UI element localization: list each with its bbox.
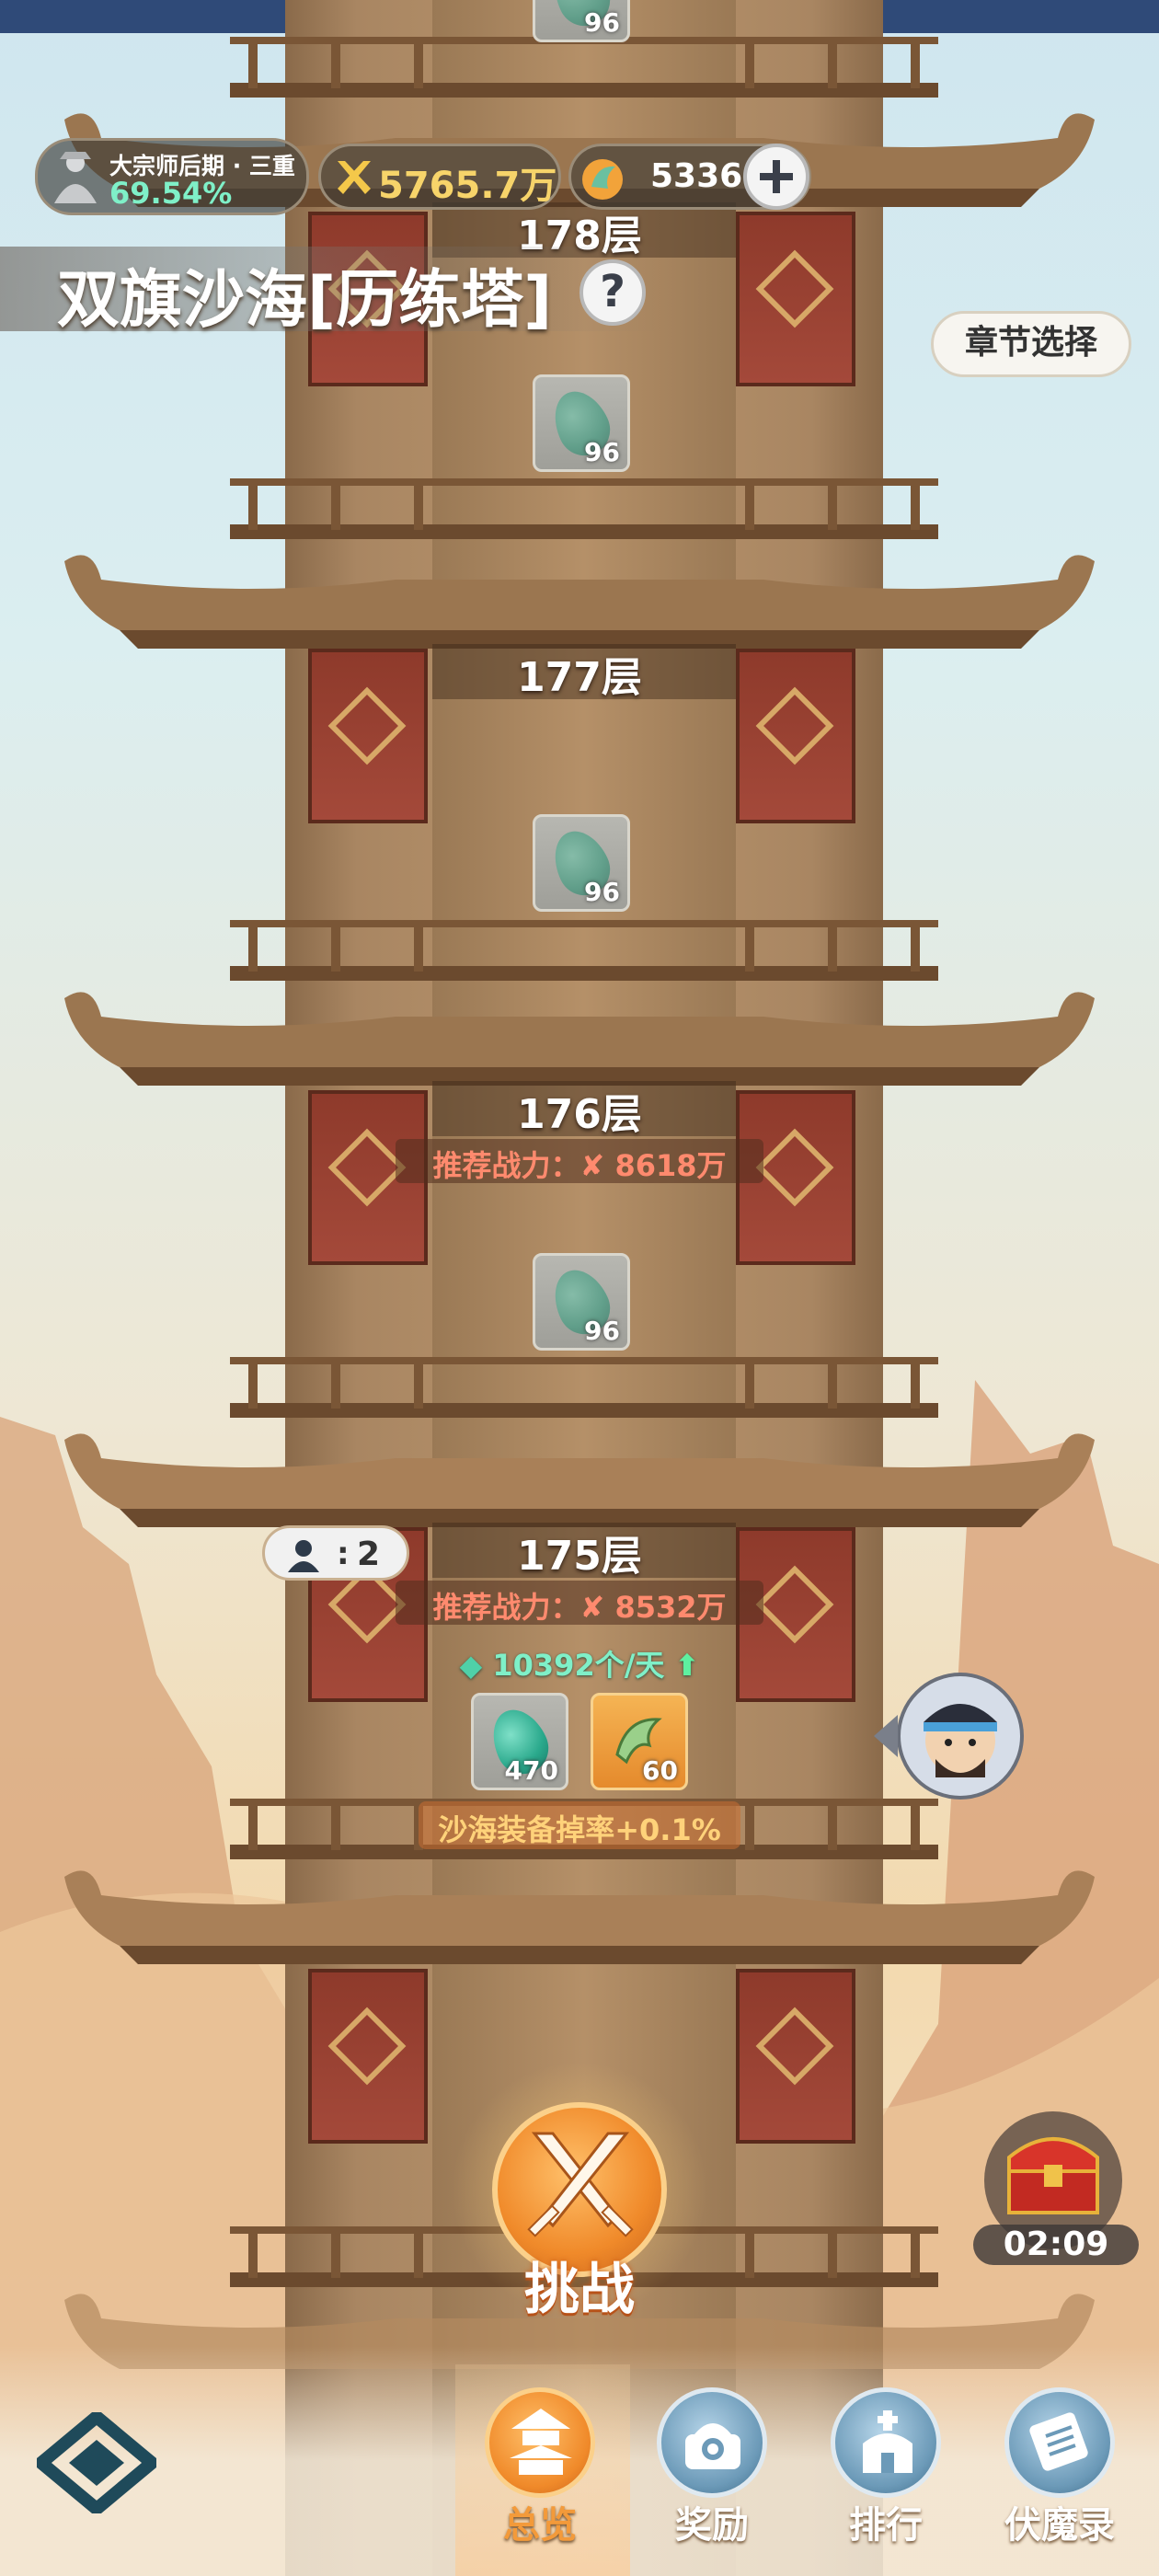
reward-item-jade[interactable]: 470 [471, 1693, 568, 1790]
nav-demon-record[interactable]: 伏魔录 [977, 2495, 1142, 2548]
plus-icon [760, 160, 793, 193]
chest-timer: 02:09 [973, 2225, 1139, 2265]
nav-demon-record-icon[interactable] [1004, 2387, 1115, 2498]
hero-portrait-icon [924, 1704, 997, 1777]
nav-rewards[interactable]: 奖励 [629, 2495, 795, 2548]
reward-item-equipment[interactable]: 60 [591, 1693, 688, 1790]
recommended-label: 推荐战力： [432, 1148, 580, 1183]
floor-reward-item[interactable]: 96 [533, 1253, 630, 1351]
recommended-label: 推荐战力： [432, 1590, 580, 1625]
menu-grid-icon[interactable] [37, 2412, 156, 2513]
item-count: 470 [504, 1755, 558, 1786]
add-currency-button[interactable] [743, 144, 809, 210]
game-scene: 96 178层 96 177层 96 176层 推荐战力：✘ 8618万 96 … [0, 0, 1159, 2576]
drop-rate-bonus: 沙海装备掉率+0.1% [438, 1812, 721, 1847]
hero-avatar[interactable] [897, 1673, 1024, 1800]
combat-power-value: 5765.7万 [378, 165, 557, 207]
currency-value: 5336 [650, 157, 743, 195]
nav-ranking-icon[interactable] [831, 2387, 941, 2498]
item-count: 96 [584, 437, 620, 467]
arrow-up-icon: ⬆ [664, 1648, 700, 1683]
ranking-tower-icon [863, 2410, 912, 2473]
banner [308, 1969, 428, 2144]
item-count: 60 [642, 1755, 678, 1786]
balcony-rail [230, 1357, 938, 1418]
floor-reward-item[interactable]: 96 [533, 0, 630, 42]
recommended-value: 8618万 [614, 1148, 727, 1183]
nav-rewards-icon[interactable] [657, 2387, 767, 2498]
recommended-value: 8532万 [614, 1590, 727, 1625]
power-icon: ✘ [580, 1590, 615, 1625]
floor-label: 176层 [517, 1091, 642, 1138]
nav-overview-icon[interactable] [485, 2387, 595, 2498]
crossed-swords-icon [527, 2132, 634, 2237]
balcony-rail [230, 478, 938, 539]
player-realm-panel[interactable]: 大宗师后期 · 三重 69.54% [35, 138, 309, 215]
scroll-icon [1029, 2412, 1088, 2471]
jade-icon: ◆ [459, 1648, 493, 1683]
gift-icon [685, 2423, 740, 2469]
power-icon: ✘ [580, 1148, 615, 1183]
floor-reward-item[interactable]: 96 [533, 374, 630, 472]
item-count: 96 [584, 1316, 620, 1346]
nav-ranking[interactable]: 排行 [803, 2495, 969, 2548]
item-count: 96 [584, 877, 620, 907]
pagoda-icon [510, 2409, 572, 2475]
item-count: 96 [584, 7, 620, 38]
floor-reward-item[interactable]: 96 [533, 814, 630, 912]
currency-coin-icon [582, 159, 623, 200]
pagoda-roof [64, 1433, 1095, 1527]
recommended-power: 推荐战力：✘ 8618万 [0, 1143, 1159, 1185]
help-button[interactable]: ? [580, 259, 646, 326]
treasure-chest-icon[interactable] [998, 2121, 1108, 2222]
rate-value: 10392个/天 [492, 1648, 665, 1683]
cultivator-icon [54, 152, 97, 203]
floor-label: 175层 [517, 1533, 642, 1580]
realm-progress: 69.54% [109, 176, 233, 211]
page-title: 双旗沙海[历练塔] [57, 264, 553, 337]
nav-overview[interactable]: 总览 [457, 2495, 623, 2548]
floor-label: 177层 [517, 654, 642, 701]
combat-power-panel: 5765.7万 [318, 144, 561, 210]
pagoda-roof [64, 1870, 1095, 1964]
pagoda-roof [64, 992, 1095, 1086]
balcony-rail [230, 920, 938, 981]
pagoda-roof [64, 555, 1095, 649]
recommended-power: 推荐战力：✘ 8532万 [0, 1584, 1159, 1627]
chapter-select-button[interactable]: 章节选择 [931, 311, 1131, 377]
combat-power-icon [338, 161, 371, 194]
arrow-left-icon [874, 1715, 898, 1757]
banner [736, 1969, 855, 2144]
